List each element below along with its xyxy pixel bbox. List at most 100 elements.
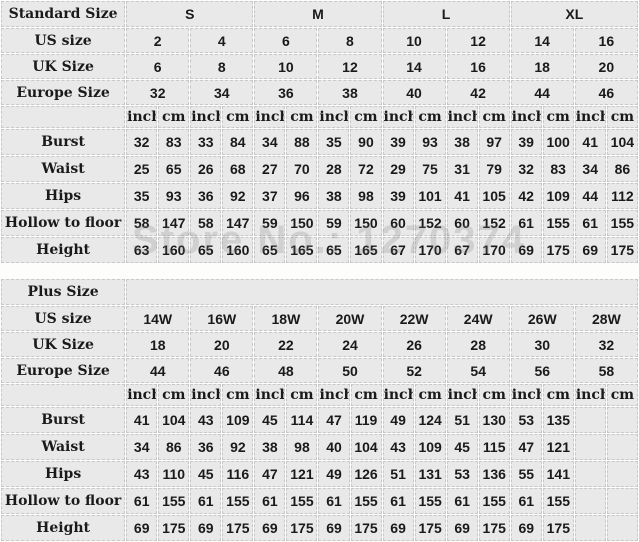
measure-cell: 51 <box>382 461 414 487</box>
measure-cell: 61 <box>126 488 158 514</box>
unit-cell: inch <box>318 384 350 406</box>
measure-cell: 155 <box>542 488 574 514</box>
measure-cell: 67 <box>382 237 414 263</box>
measure-cell: 152 <box>478 210 510 236</box>
measure-cell: 59 <box>254 210 286 236</box>
measure-cell: 155 <box>158 488 190 514</box>
us-size-cell: 28W <box>574 306 638 331</box>
plus-group-header-row: Plus Size <box>1 279 638 305</box>
uk-size-cell: 20 <box>190 332 254 357</box>
measure-cell: 104 <box>158 407 190 433</box>
measure-cell-empty <box>606 461 638 487</box>
eu-size-cell: 58 <box>574 358 638 383</box>
measure-cell: 29 <box>382 156 414 182</box>
plus-unit-row: inch cm inch cm inch cm inch cm inch cm … <box>1 384 638 406</box>
measure-cell: 38 <box>446 129 478 155</box>
unit-cell: cm <box>222 106 254 128</box>
measure-cell: 53 <box>510 407 542 433</box>
measure-cell: 43 <box>190 407 222 433</box>
measure-cell: 69 <box>574 237 606 263</box>
row-label-hips: Hips <box>1 461 126 487</box>
unit-cell: inch <box>510 384 542 406</box>
measure-cell: 34 <box>254 129 286 155</box>
measure-cell: 131 <box>414 461 446 487</box>
measure-cell: 121 <box>286 461 318 487</box>
eu-size-cell: 52 <box>382 358 446 383</box>
unit-cell: inch <box>574 384 606 406</box>
measure-cell: 86 <box>158 434 190 460</box>
measure-cell: 115 <box>478 434 510 460</box>
measure-cell: 83 <box>542 156 574 182</box>
uk-size-cell: 6 <box>126 54 190 79</box>
row-label-height: Height <box>1 237 126 263</box>
measure-cell: 61 <box>318 488 350 514</box>
unit-cell: inch <box>190 106 222 128</box>
eu-size-cell: 56 <box>510 358 574 383</box>
measure-cell: 58 <box>190 210 222 236</box>
measure-cell: 69 <box>446 515 478 541</box>
measure-cell: 44 <box>574 183 606 209</box>
measure-cell: 61 <box>446 488 478 514</box>
measure-cell: 175 <box>542 237 574 263</box>
measure-cell: 68 <box>222 156 254 182</box>
unit-cell: cm <box>350 384 382 406</box>
us-size-cell: 14 <box>510 28 574 53</box>
row-label-waist: Waist <box>1 156 126 182</box>
unit-cell: inch <box>318 106 350 128</box>
standard-size-title: Standard Size <box>1 1 126 27</box>
measure-cell: 130 <box>478 407 510 433</box>
measure-cell: 47 <box>510 434 542 460</box>
measure-cell: 155 <box>286 488 318 514</box>
size-chart-page: Store No.: 1270374 Standard Size S M L X… <box>0 0 639 541</box>
uk-size-cell: 20 <box>574 54 638 79</box>
table-row: Height 69 175 69 175 69 175 69 175 69 17… <box>1 515 638 541</box>
measure-cell: 114 <box>286 407 318 433</box>
eu-size-cell: 44 <box>126 358 190 383</box>
measure-cell: 92 <box>222 434 254 460</box>
us-size-cell: 8 <box>318 28 382 53</box>
measure-cell: 45 <box>190 461 222 487</box>
measure-cell: 47 <box>254 461 286 487</box>
us-size-cell: 6 <box>254 28 318 53</box>
eu-size-cell: 40 <box>382 80 446 105</box>
us-size-cell: 10 <box>382 28 446 53</box>
measure-cell-empty <box>606 488 638 514</box>
measure-cell: 26 <box>190 156 222 182</box>
measure-cell: 90 <box>350 129 382 155</box>
measure-cell: 152 <box>414 210 446 236</box>
group-header-xl: XL <box>510 1 638 27</box>
measure-cell: 126 <box>350 461 382 487</box>
measure-cell: 69 <box>254 515 286 541</box>
measure-cell: 98 <box>286 434 318 460</box>
row-label-hips: Hips <box>1 183 126 209</box>
measure-cell: 43 <box>126 461 158 487</box>
measure-cell-empty <box>574 434 606 460</box>
measure-cell: 65 <box>158 156 190 182</box>
measure-cell: 100 <box>542 129 574 155</box>
standard-group-header-row: Standard Size S M L XL <box>1 1 638 27</box>
measure-cell: 155 <box>414 488 446 514</box>
measure-cell: 51 <box>446 407 478 433</box>
unit-row-label-spacer <box>1 106 126 128</box>
table-row: Waist 34 86 36 92 38 98 40 104 43 109 45… <box>1 434 638 460</box>
measure-cell: 84 <box>222 129 254 155</box>
row-label-hollow-to-floor: Hollow to floor <box>1 488 126 514</box>
uk-size-cell: 18 <box>510 54 574 79</box>
row-label-europe-size: Europe Size <box>1 80 126 105</box>
uk-size-cell: 26 <box>382 332 446 357</box>
eu-size-cell: 36 <box>254 80 318 105</box>
row-label-europe-size: Europe Size <box>1 358 126 383</box>
us-size-cell: 2 <box>126 28 190 53</box>
measure-cell: 175 <box>414 515 446 541</box>
measure-cell: 38 <box>318 183 350 209</box>
measure-cell-empty <box>574 515 606 541</box>
measure-cell: 147 <box>222 210 254 236</box>
unit-cell: cm <box>478 384 510 406</box>
group-header-m: M <box>254 1 382 27</box>
measure-cell: 175 <box>350 515 382 541</box>
uk-size-cell: 16 <box>446 54 510 79</box>
measure-cell: 155 <box>478 488 510 514</box>
measure-cell: 43 <box>382 434 414 460</box>
measure-cell: 69 <box>318 515 350 541</box>
measure-cell: 96 <box>286 183 318 209</box>
